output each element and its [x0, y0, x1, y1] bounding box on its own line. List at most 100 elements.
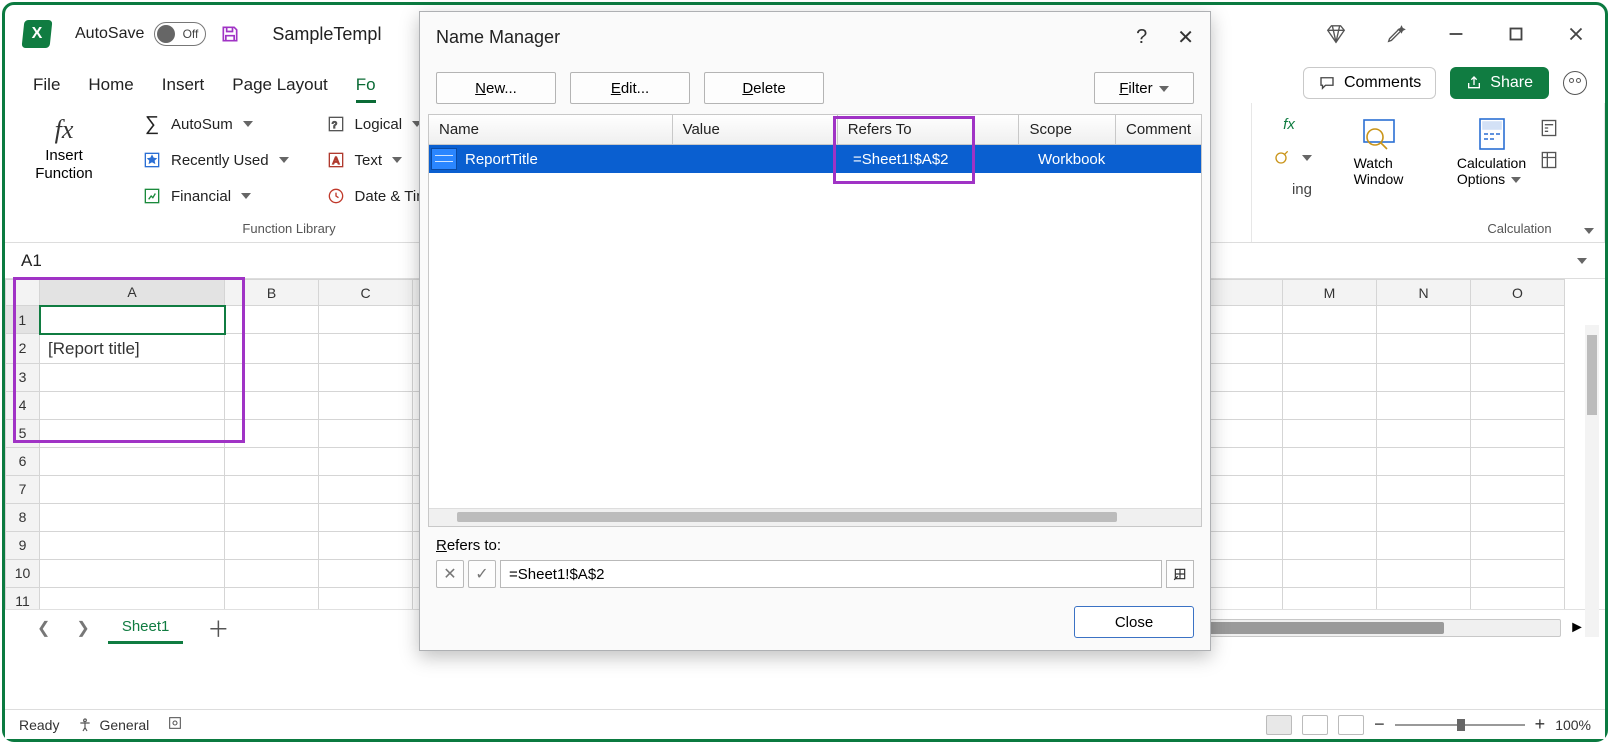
row-header-7[interactable]: 7	[6, 475, 40, 503]
refers-cancel-icon[interactable]: ✕	[436, 560, 464, 588]
zoom-in-icon[interactable]: +	[1535, 714, 1546, 735]
refers-accept-icon[interactable]: ✓	[468, 560, 496, 588]
cell-A1[interactable]	[40, 306, 225, 334]
dialog-title: Name Manager	[436, 27, 560, 48]
tab-file[interactable]: File	[33, 75, 60, 103]
col-header-refers-to[interactable]: Refers To	[838, 115, 1020, 144]
sheet-nav-prev-icon[interactable]: ❮	[29, 614, 58, 642]
col-header-B[interactable]: B	[225, 280, 319, 306]
comments-button[interactable]: Comments	[1303, 67, 1436, 99]
financial-label: Financial	[171, 188, 231, 205]
row-header-10[interactable]: 10	[6, 559, 40, 587]
insert-function-button[interactable]: fx InsertFunction	[19, 111, 109, 183]
name-box[interactable]	[13, 246, 237, 276]
col-header-scope[interactable]: Scope	[1019, 115, 1116, 144]
col-header-O[interactable]: O	[1471, 280, 1565, 306]
add-sheet-button[interactable]: ＋	[193, 612, 243, 644]
row-header-3[interactable]: 3	[6, 363, 40, 391]
watch-window-button[interactable]: WatchWindow	[1336, 111, 1421, 187]
refers-to-input[interactable]	[500, 560, 1162, 588]
col-header-comment[interactable]: Comment	[1116, 115, 1201, 144]
partial-button-2[interactable]	[1266, 145, 1316, 171]
row-header-11[interactable]: 11	[6, 587, 40, 609]
zoom-out-icon[interactable]: −	[1374, 714, 1385, 735]
edit-name-button[interactable]: Edit...	[570, 72, 690, 104]
financial-button[interactable]: Financial	[137, 183, 293, 209]
tab-page-layout[interactable]: Page Layout	[232, 75, 327, 103]
row-refers-cell: =Sheet1!$A$2	[847, 151, 1032, 168]
accessibility-icon[interactable]: General	[77, 717, 149, 733]
close-window-icon[interactable]	[1565, 23, 1587, 45]
formula-bar-expand-icon[interactable]	[1577, 258, 1587, 264]
diamond-icon[interactable]	[1325, 23, 1347, 45]
pen-sparkle-icon[interactable]	[1385, 23, 1407, 45]
text-label: Text	[355, 152, 383, 169]
row-header-2[interactable]: 2	[6, 334, 40, 364]
sum-icon: ∑	[141, 113, 163, 135]
calculator-icon	[1474, 115, 1510, 153]
target-icon	[1270, 147, 1292, 169]
share-button[interactable]: Share	[1450, 67, 1549, 99]
star-icon	[141, 149, 163, 171]
comment-icon	[1318, 74, 1336, 92]
col-header-N[interactable]: N	[1377, 280, 1471, 306]
dialog-close-button[interactable]: Close	[1074, 606, 1194, 638]
row-header-5[interactable]: 5	[6, 419, 40, 447]
feedback-smile-icon[interactable]	[1563, 71, 1587, 95]
document-title: SampleTempl	[272, 24, 381, 45]
col-header-value[interactable]: Value	[673, 115, 838, 144]
row-header-4[interactable]: 4	[6, 391, 40, 419]
calc-sheet-icon[interactable]	[1538, 149, 1560, 171]
row-header-8[interactable]: 8	[6, 503, 40, 531]
tab-insert[interactable]: Insert	[162, 75, 205, 103]
names-list[interactable]: Name Value Refers To Scope Comment Repor…	[428, 114, 1202, 527]
col-header-C[interactable]: C	[319, 280, 413, 306]
watch-window-icon	[1361, 115, 1397, 153]
tab-home[interactable]: Home	[88, 75, 133, 103]
filter-button[interactable]: Filter	[1094, 72, 1194, 104]
tab-formulas[interactable]: Fo	[356, 75, 376, 103]
name-row-reporttitle[interactable]: ReportTitle =Sheet1!$A$2 Workbook	[429, 145, 1201, 173]
autosum-button[interactable]: ∑ AutoSum	[137, 111, 293, 137]
dialog-help-icon[interactable]: ?	[1136, 26, 1147, 49]
minimize-icon[interactable]	[1445, 23, 1467, 45]
recently-used-button[interactable]: Recently Used	[137, 147, 293, 173]
new-name-button[interactable]: New...	[436, 72, 556, 104]
calculation-options-button[interactable]: CalculationOptions	[1449, 111, 1534, 187]
svg-text:A: A	[332, 156, 339, 167]
view-page-layout-icon[interactable]	[1302, 715, 1328, 735]
sheet-nav-next-icon[interactable]: ❯	[68, 614, 97, 642]
row-header-1[interactable]: 1	[6, 306, 40, 334]
row-header-6[interactable]: 6	[6, 447, 40, 475]
autosave-label: AutoSave	[75, 25, 144, 43]
col-header-A[interactable]: A	[40, 280, 225, 306]
hscroll-right-icon[interactable]: ►	[1569, 619, 1585, 637]
col-header-M[interactable]: M	[1283, 280, 1377, 306]
zoom-level[interactable]: 100%	[1555, 717, 1591, 733]
select-all-corner[interactable]	[6, 280, 40, 306]
partial-button-1[interactable]: fx	[1274, 111, 1316, 137]
macro-record-icon[interactable]	[167, 715, 183, 734]
dialog-h-scrollbar[interactable]	[429, 508, 1201, 526]
view-normal-icon[interactable]	[1266, 715, 1292, 735]
group-label-function-library: Function Library	[123, 221, 455, 236]
partial-button-3[interactable]: ing	[1288, 179, 1316, 200]
view-page-break-icon[interactable]	[1338, 715, 1364, 735]
cell-A2[interactable]: [Report title]	[40, 334, 225, 364]
share-icon	[1466, 75, 1482, 91]
row-header-9[interactable]: 9	[6, 531, 40, 559]
calc-now-icon[interactable]	[1538, 117, 1560, 139]
status-general-label: General	[99, 717, 149, 733]
fx-icon: fx	[55, 115, 74, 145]
vertical-scrollbar[interactable]	[1585, 325, 1599, 637]
maximize-icon[interactable]	[1505, 23, 1527, 45]
col-header-name[interactable]: Name	[429, 115, 673, 144]
delete-name-button[interactable]: Delete	[704, 72, 824, 104]
dialog-close-icon[interactable]: ✕	[1177, 25, 1194, 50]
sheet-tab-sheet1[interactable]: Sheet1	[108, 612, 184, 644]
range-picker-icon[interactable]	[1166, 560, 1194, 588]
ribbon-collapse-icon[interactable]	[1584, 228, 1594, 234]
zoom-slider[interactable]	[1395, 724, 1525, 726]
autosave-toggle[interactable]: Off	[154, 22, 206, 46]
save-icon[interactable]	[220, 24, 240, 44]
